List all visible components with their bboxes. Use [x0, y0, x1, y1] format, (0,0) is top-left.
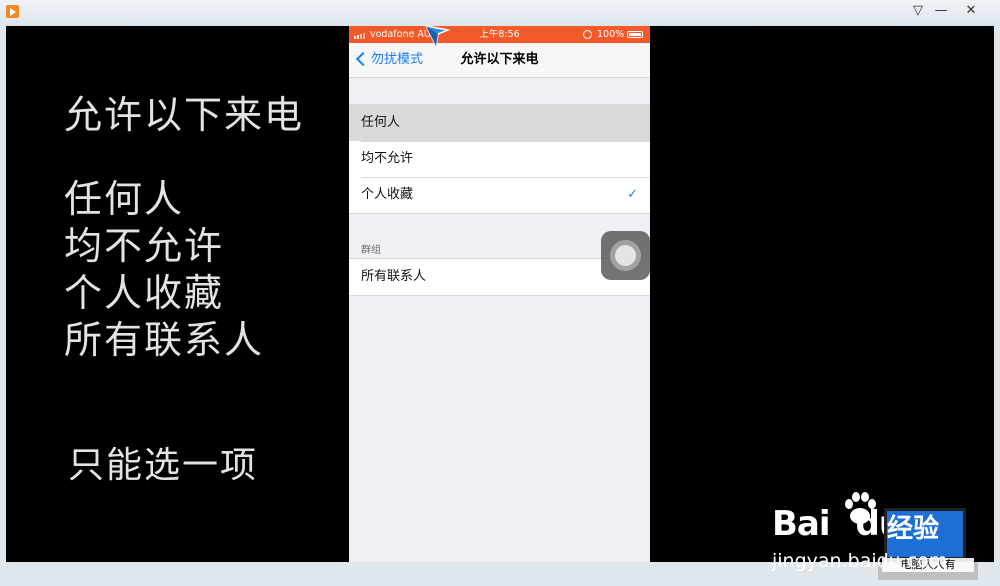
overlay-title: 允许以下来电 — [64, 93, 305, 137]
battery-percentage: 100% — [597, 29, 625, 40]
assistive-touch-button[interactable] — [601, 231, 650, 280]
mouse-cursor-icon — [424, 24, 450, 48]
orientation-lock-icon — [583, 30, 592, 39]
option-everyone[interactable]: 任何人 — [349, 105, 650, 141]
close-icon[interactable]: ✕ — [960, 2, 982, 20]
option-no-one[interactable]: 均不允许 — [349, 141, 650, 177]
checkmark-icon: ✓ — [627, 187, 638, 202]
allow-calls-options: 任何人 均不允许 个人收藏 ✓ — [349, 104, 650, 214]
battery-icon — [627, 31, 643, 38]
paw-icon — [845, 492, 876, 524]
option-label: 均不允许 — [361, 151, 414, 166]
overlay-option: 所有联系人 — [64, 318, 265, 362]
baidu-jingyan-watermark: Bai du 电脑人人有 经验 jingyan.baidu.com — [770, 486, 1000, 586]
watermark-product: 经验 — [887, 514, 940, 544]
option-label: 所有联系人 — [361, 269, 427, 284]
overlay-option: 个人收藏 — [64, 271, 225, 315]
window-titlebar: ▽ — ✕ — [0, 0, 1000, 26]
option-label: 个人收藏 — [361, 187, 414, 202]
play-icon[interactable] — [6, 5, 19, 18]
overlay-option: 均不允许 — [64, 224, 225, 268]
video-area[interactable]: 允许以下来电 任何人 均不允许 个人收藏 所有联系人 只能选一项 vodafon… — [6, 26, 994, 580]
phone-screen: vodafone AU 上午8:56 100% 勿扰模式 允许以下来电 任何人 … — [349, 26, 650, 562]
status-bar: vodafone AU 上午8:56 100% — [349, 26, 650, 43]
chevron-down-icon[interactable]: ▽ — [907, 2, 929, 20]
overlay-option: 任何人 — [64, 177, 185, 221]
option-favorites[interactable]: 个人收藏 ✓ — [349, 177, 650, 213]
minimize-icon[interactable]: — — [930, 2, 952, 20]
page-title: 允许以下来电 — [460, 52, 539, 67]
groups-section-header: 群组 — [361, 245, 381, 256]
navigation-bar: 勿扰模式 允许以下来电 — [349, 43, 650, 78]
overlay-note: 只能选一项 — [68, 445, 259, 486]
overlay-options-list: 任何人 均不允许 个人收藏 所有联系人 — [64, 176, 264, 364]
option-label: 任何人 — [361, 115, 401, 130]
